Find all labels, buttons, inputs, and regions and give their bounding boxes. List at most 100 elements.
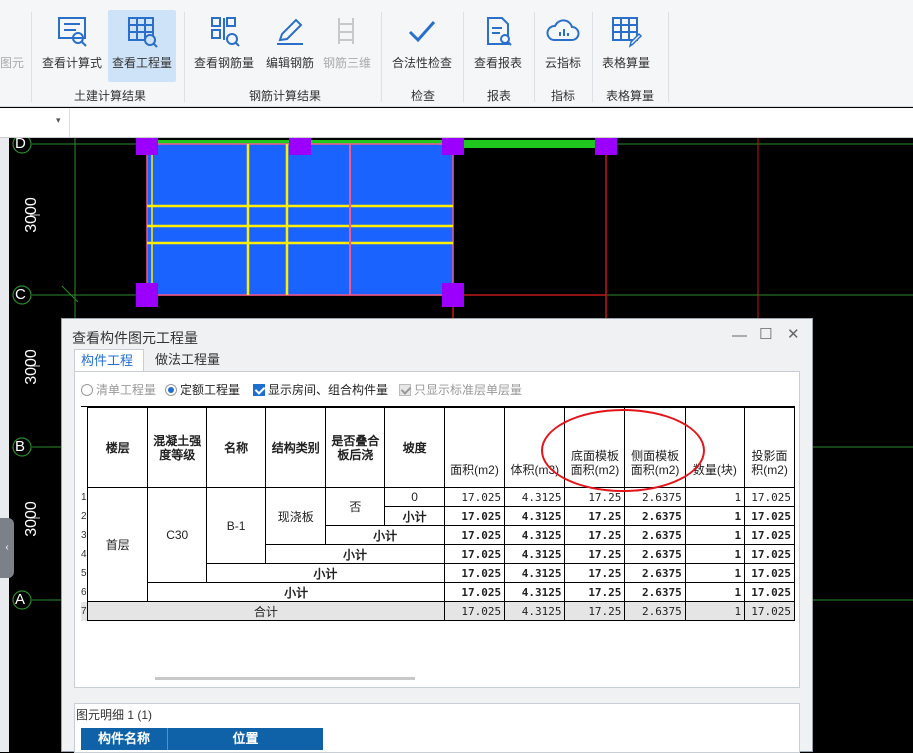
- col-component-name: 构件名称: [81, 728, 167, 750]
- list-quantity-radio[interactable]: 清单工程量: [81, 382, 156, 398]
- cell-proj: 17.025: [744, 601, 795, 621]
- cell-proj: 17.025: [744, 506, 795, 526]
- row-number: 3: [81, 525, 88, 545]
- cell-side: 2.6375: [624, 563, 686, 583]
- cell-volume: 4.3125: [504, 525, 566, 545]
- row-number: 2: [81, 506, 88, 526]
- view-formula-button[interactable]: 查看计算式: [39, 10, 105, 82]
- separator: [463, 12, 464, 102]
- axis-label-c: C: [15, 286, 26, 303]
- row-number: 5: [81, 563, 88, 583]
- only-standard-checkbox[interactable]: 只显示标准层单层量: [399, 382, 522, 398]
- cell-side: 2.6375: [624, 601, 686, 621]
- cell-proj: 17.025: [744, 582, 795, 602]
- cell-volume: 4.3125: [504, 487, 566, 507]
- cell-subtotal: 小计: [265, 544, 445, 564]
- axis-label-d: D: [15, 135, 26, 152]
- show-rooms-checkbox[interactable]: 显示房间、组合构件量: [253, 382, 388, 398]
- checkbox-checked-icon: [253, 384, 265, 396]
- cloud-icon: [538, 10, 588, 54]
- cell-bottom: 17.25: [564, 582, 626, 602]
- cell-count: 1: [684, 601, 746, 621]
- cell-count: 1: [684, 525, 746, 545]
- tab-method-quantity[interactable]: 做法工程量: [149, 349, 229, 371]
- col-position: 位置: [167, 728, 323, 750]
- cell-area: 17.025: [443, 582, 506, 602]
- cell-laminated: 否: [325, 487, 386, 526]
- cell-bottom: 17.25: [564, 525, 626, 545]
- cell-area: 17.025: [443, 525, 506, 545]
- col-grade: 混凝土强度等级: [147, 407, 207, 488]
- cell-side: 2.6375: [624, 506, 686, 526]
- cell-bottom: 17.25: [564, 563, 626, 583]
- axis-label-b: B: [15, 438, 26, 455]
- cell-area: 17.025: [443, 601, 506, 621]
- col-slope: 坡度: [384, 407, 445, 488]
- report-icon: [470, 10, 526, 54]
- cell-subtotal: 小计: [147, 582, 445, 602]
- rebar-3d-button[interactable]: 钢筋三维: [320, 10, 374, 82]
- edit-rebar-button[interactable]: 编辑钢筋: [262, 10, 318, 82]
- maximize-icon[interactable]: ☐: [759, 325, 772, 343]
- cell-side: 2.6375: [624, 544, 686, 564]
- cell-count: 1: [684, 544, 746, 564]
- view-quantity-button[interactable]: 查看工程量: [108, 10, 176, 82]
- dimension-text: 3000: [23, 349, 40, 385]
- legality-check-button[interactable]: 合法性检查: [389, 10, 455, 82]
- group-label-index: 指标: [550, 89, 575, 103]
- col-laminated: 是否叠合板后浇: [325, 407, 386, 488]
- ribbon-cut-button[interactable]: 图元: [0, 10, 24, 82]
- component-quantity-dialog: 查看构件图元工程量 — ☐ ✕ 构件工程量 做法工程量 清单工程量 定额工程量 …: [61, 318, 813, 753]
- separator: [668, 12, 669, 102]
- check-icon: [389, 10, 455, 54]
- cell-proj: 17.025: [744, 544, 795, 564]
- view-report-button[interactable]: 查看报表: [470, 10, 526, 82]
- chevron-left-icon: ‹: [5, 542, 9, 553]
- collapse-panel-handle[interactable]: ‹: [0, 518, 14, 578]
- cell-proj: 17.025: [744, 525, 795, 545]
- quantity-icon: [108, 10, 176, 54]
- cell-volume: 4.3125: [504, 601, 566, 621]
- radio-icon: [81, 384, 93, 396]
- cell-count: 1: [684, 582, 746, 602]
- col-floor: 楼层: [86, 407, 149, 488]
- table-calc-button[interactable]: 表格算量: [598, 10, 654, 82]
- quantity-panel: 清单工程量 定额工程量 显示房间、组合构件量 只显示标准层单层量 楼层 混凝土强…: [74, 371, 800, 688]
- axis-label-a: A: [15, 591, 26, 608]
- group-label-check: 检查: [410, 89, 435, 103]
- group-label-table: 表格算量: [605, 89, 654, 103]
- cell-volume: 4.3125: [504, 544, 566, 564]
- separator: [381, 12, 382, 102]
- separator: [592, 12, 593, 102]
- cell-struct: 现浇板: [265, 487, 327, 545]
- row-number: 4: [81, 544, 88, 564]
- group-label-rebar: 钢筋计算结果: [248, 89, 321, 103]
- group-label-civil: 土建计算结果: [73, 89, 146, 103]
- ribbon-top-strip: [0, 0, 913, 7]
- col-projected-area: 投影面积(m2): [744, 407, 795, 488]
- separator: [31, 12, 32, 102]
- col-area: 面积(m2): [443, 407, 506, 488]
- cell-area: 17.025: [443, 487, 506, 507]
- ribbon-toolbar: 图元 查看计算式 查看工程量 土建计算结果 查看钢筋量 编辑钢筋 钢筋三维 钢筋…: [0, 0, 913, 107]
- horizontal-scrollbar[interactable]: [155, 677, 415, 680]
- layer-dropdown[interactable]: ▾: [0, 108, 70, 137]
- layer-selector-bar: ▾: [0, 108, 913, 138]
- view-rebar-button[interactable]: 查看钢筋量: [191, 10, 257, 82]
- quota-quantity-radio[interactable]: 定额工程量: [165, 382, 240, 398]
- cell-count: 1: [684, 487, 746, 507]
- annotation-ellipse: [541, 409, 705, 492]
- close-icon[interactable]: ✕: [787, 325, 800, 343]
- table-pencil-icon: [598, 10, 654, 54]
- col-struct: 结构类别: [265, 407, 327, 488]
- detail-title: 图元明细 1 (1): [76, 708, 153, 722]
- cell-bottom: 17.25: [564, 544, 626, 564]
- dimension-text: 3000: [23, 501, 40, 537]
- cell-floor: 首层: [86, 487, 149, 602]
- tab-component-quantity[interactable]: 构件工程量: [74, 349, 144, 390]
- cell-bottom: 17.25: [564, 601, 626, 621]
- element-detail-panel: 图元明细 1 (1) 构件名称 位置: [74, 703, 800, 753]
- cell-count: 1: [684, 506, 746, 526]
- cloud-index-button[interactable]: 云指标: [538, 10, 588, 82]
- minimize-icon[interactable]: —: [732, 327, 747, 344]
